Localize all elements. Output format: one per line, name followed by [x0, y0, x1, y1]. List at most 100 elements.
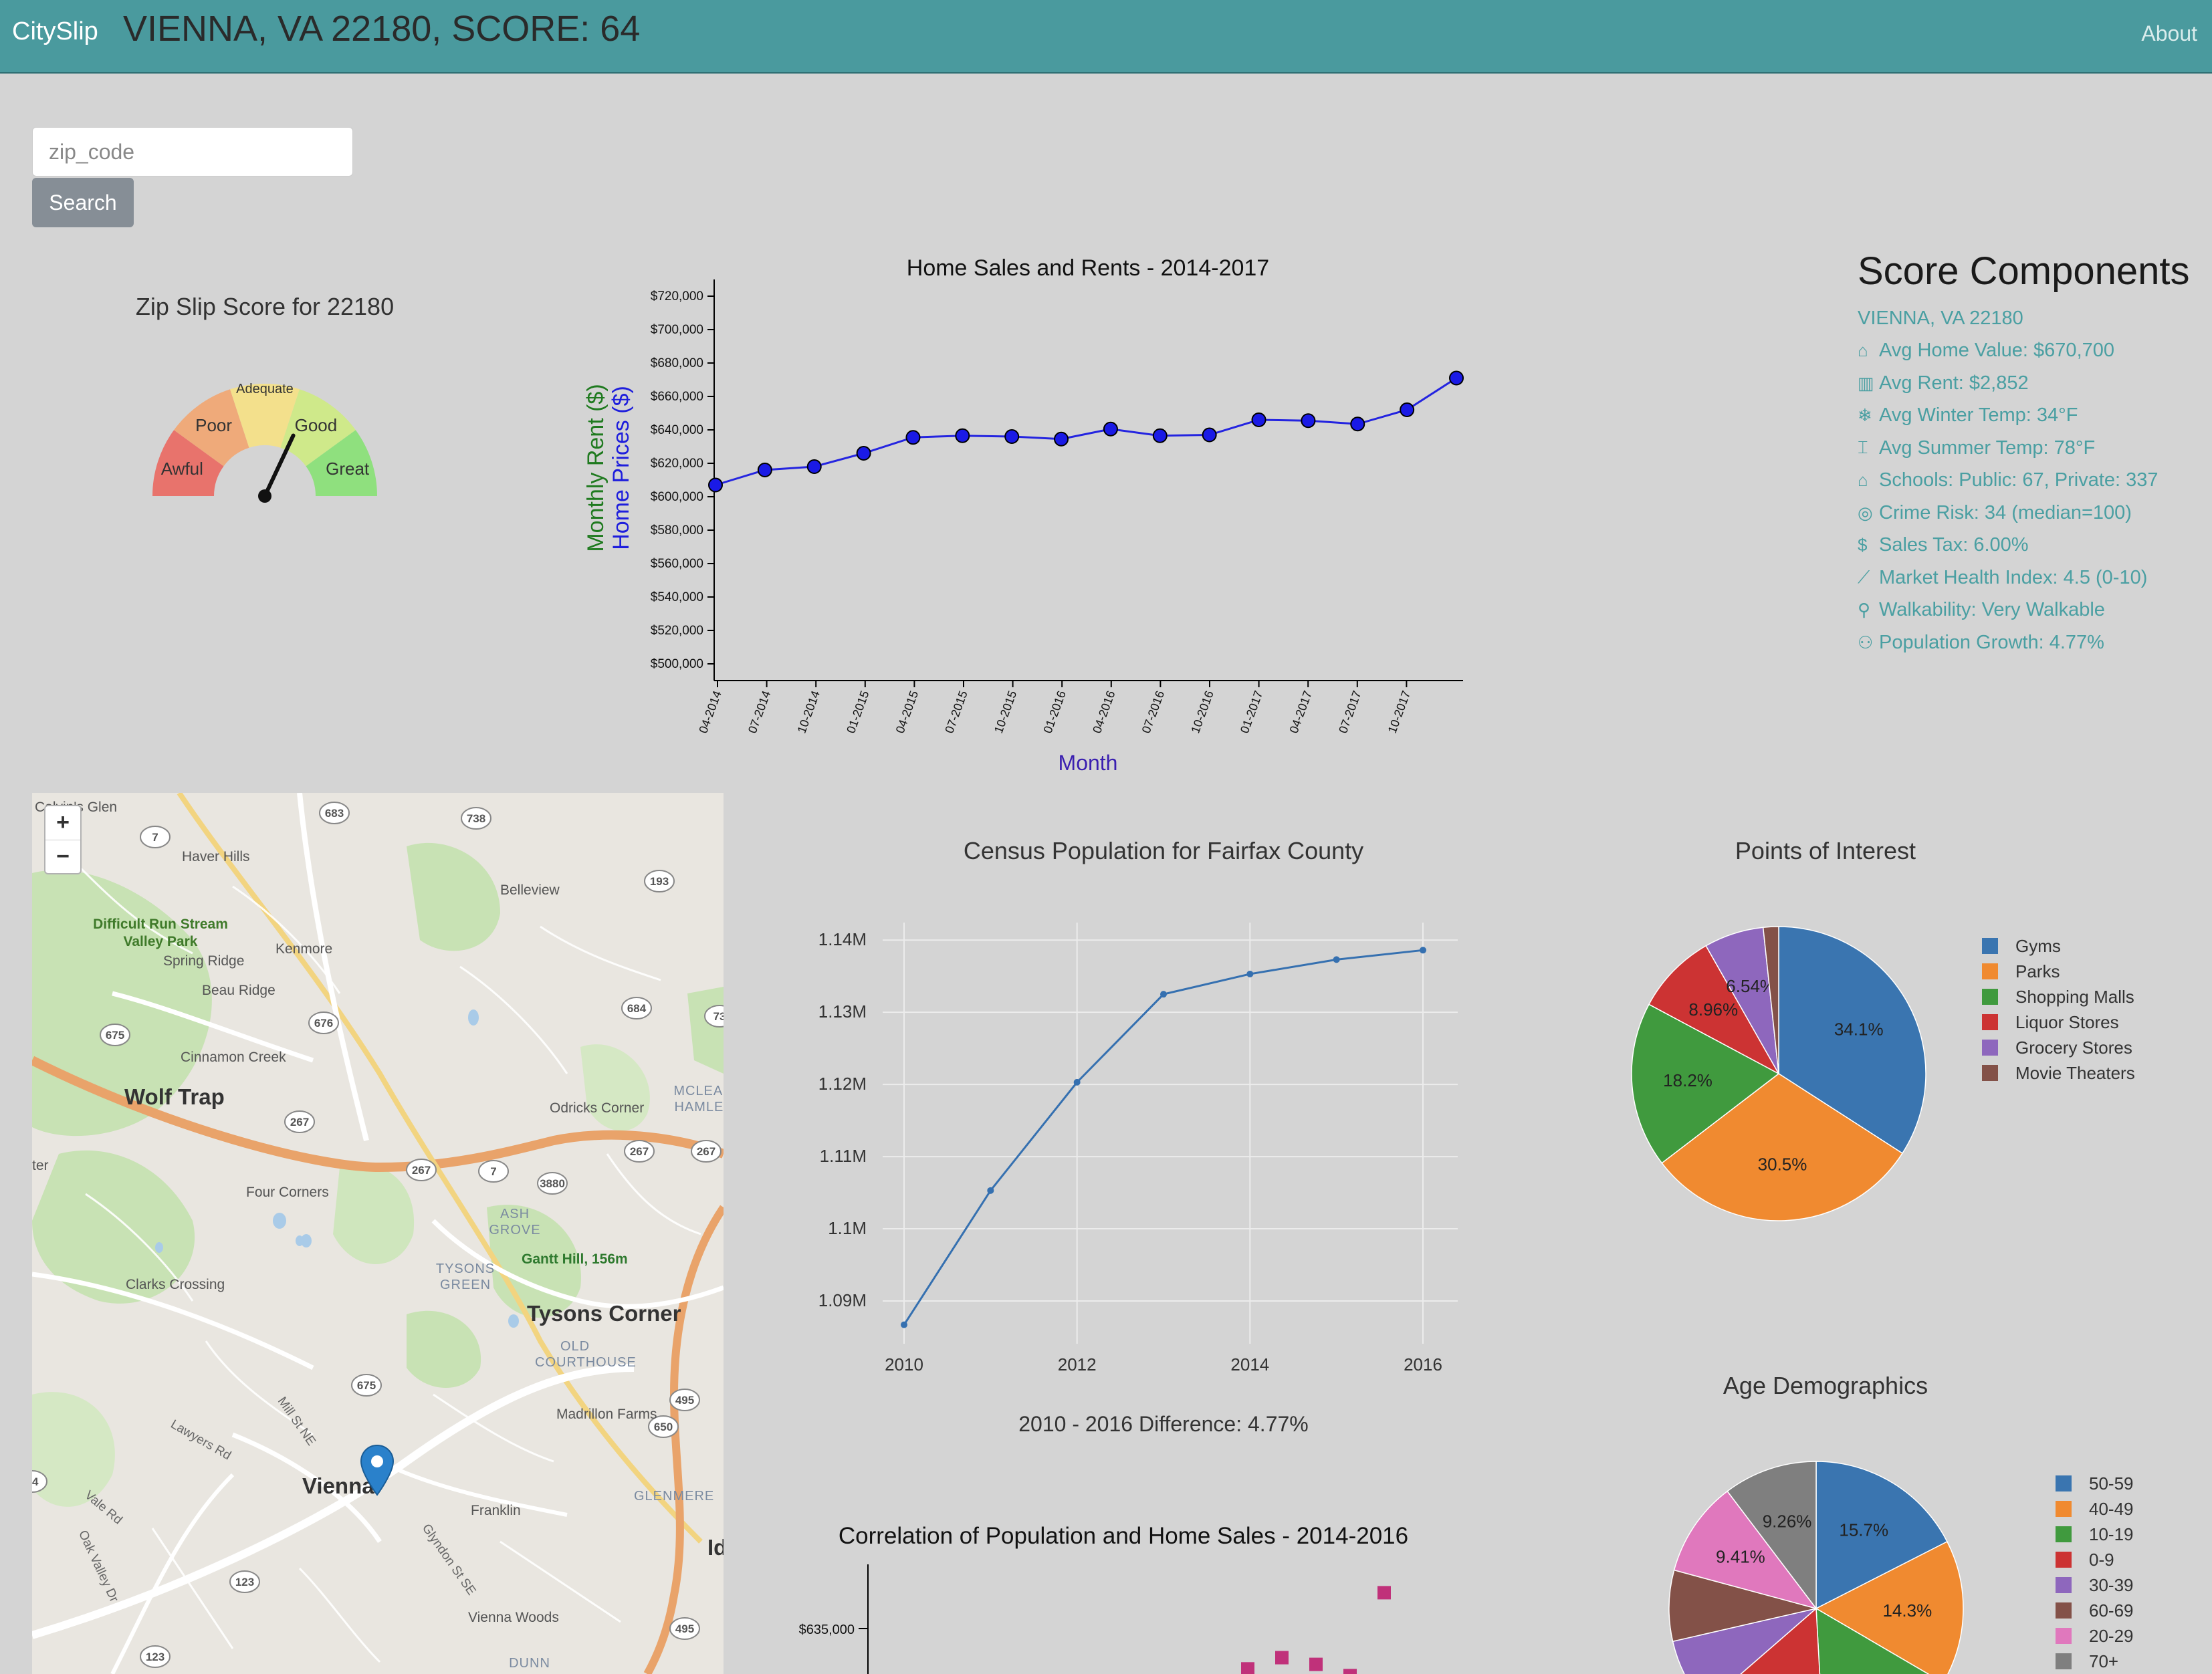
thermometer-icon: ⌶ [1858, 437, 1868, 458]
legend-item: 50-59 [2056, 1471, 2134, 1496]
page-title: VIENNA, VA 22180, SCORE: 64 [123, 9, 641, 49]
zoom-out-button[interactable]: − [45, 840, 80, 874]
correlation-data-point [1377, 1586, 1391, 1600]
home-xtick-label: 04-2016 [1090, 689, 1117, 735]
zip-code-input[interactable] [32, 127, 353, 176]
census-ytick-label: 1.14M [818, 929, 867, 949]
route-shield: 684 [621, 997, 652, 1020]
about-link[interactable]: About [2141, 21, 2197, 46]
home-xtick-label: 07-2015 [942, 689, 970, 735]
home-ytick-label: $580,000 [651, 523, 703, 537]
legend-label: 40-49 [2089, 1498, 2134, 1519]
score-component-text: Avg Rent: $2,852 [1879, 372, 2029, 394]
map-place-label: GLENMERE [634, 1489, 715, 1504]
legend-item: Movie Theaters [1982, 1060, 2135, 1086]
home-data-point [905, 430, 921, 445]
home-xtick-label: 10-2017 [1386, 689, 1413, 735]
route-shield-number: 675 [106, 1029, 124, 1042]
fingerprint-icon: ◎ [1858, 502, 1873, 523]
route-shield-number: 73 [713, 1010, 724, 1023]
route-shield-number: 123 [146, 1651, 164, 1663]
legend-item: 10-19 [2056, 1522, 2134, 1547]
legend-label: Gyms [2015, 935, 2061, 956]
route-shield: 267 [284, 1110, 315, 1133]
census-data-point [987, 1187, 994, 1194]
home-sales-chart: Home Sales and Rents - 2014-2017 $500,00… [583, 255, 1464, 775]
home-xtick-label: 01-2016 [1041, 689, 1069, 735]
home-ytick-label: $620,000 [651, 457, 703, 471]
navbar: CitySlip VIENNA, VA 22180, SCORE: 64 Abo… [0, 0, 2212, 74]
route-shield: 267 [624, 1140, 655, 1163]
legend-label: Movie Theaters [2015, 1062, 2135, 1083]
pie-value-label: 34.1% [1834, 1020, 1884, 1040]
score-component-item: ⟋ Market Health Index: 4.5 (0-10) [1858, 562, 2159, 594]
route-shield-number: 7 [152, 831, 158, 844]
legend-swatch [2056, 1577, 2072, 1593]
map-place-label: OLD COURTHOUSE [535, 1339, 637, 1370]
home-data-point [1350, 416, 1365, 432]
map-place-label: DUNN LORING [502, 1656, 557, 1674]
route-shield-number: 74 [32, 1475, 39, 1488]
zoom-in-button[interactable]: + [45, 806, 80, 840]
pie-value-label: 30.5% [1758, 1154, 1807, 1174]
map-marker-icon[interactable] [360, 1444, 395, 1496]
route-shield-number: 123 [235, 1576, 254, 1588]
route-shield: 123 [140, 1645, 171, 1668]
map[interactable]: 683 738 7 193 684 73 676 675 267 267 267 7 3880 267 67… [32, 793, 724, 1674]
points-of-interest-pie: 34.1%30.5%18.2%8.96%6.54%1.69% [1631, 926, 1926, 1221]
map-place-label: Odricks Corner [550, 1100, 645, 1116]
legend-swatch [2056, 1628, 2072, 1644]
legend-item: 60-69 [2056, 1598, 2134, 1623]
score-component-text: Avg Home Value: $670,700 [1879, 340, 2115, 362]
age-chart-title: Age Demographics [1723, 1372, 1928, 1399]
score-component-text: Crime Risk: 34 (median=100) [1879, 501, 2132, 523]
home-ytick-label: $560,000 [651, 557, 703, 571]
census-ytick-label: 1.1M [828, 1218, 867, 1238]
legend-swatch [1982, 938, 1998, 954]
home-ytick-label: $520,000 [651, 624, 703, 638]
home-xtick-label: 10-2015 [992, 689, 1019, 735]
route-shield-number: 267 [290, 1116, 309, 1128]
age-legend: 50-59 40-49 10-19 0-9 30-39 60-69 20-29 70+ [2056, 1471, 2134, 1674]
route-shield: 267 [406, 1159, 437, 1181]
correlation-chart-title: Correlation of Population and Home Sales… [838, 1523, 1409, 1549]
home-ytick-label: $660,000 [651, 390, 703, 404]
score-component-item: ❄ Avg Winter Temp: 34°F [1858, 400, 2159, 433]
map-place-label: Tysons Corner [527, 1301, 681, 1326]
legend-label: 50-59 [2089, 1473, 2134, 1493]
census-xtick-label: 2012 [1058, 1354, 1097, 1374]
route-shield-number: 495 [675, 1394, 694, 1407]
line-chart-icon: ⟋ [1858, 567, 1870, 588]
home-data-point [708, 477, 723, 493]
route-shield-number: 675 [357, 1379, 376, 1392]
legend-label: 60-69 [2089, 1600, 2134, 1621]
score-component-item: ⚲ Walkability: Very Walkable [1858, 594, 2159, 627]
route-shield: 3880 [537, 1172, 568, 1195]
search-button[interactable]: Search [32, 178, 134, 227]
users-icon: ⚇ [1858, 632, 1874, 652]
home-ytick-label: $500,000 [651, 657, 703, 671]
map-place-label: Cinnamon Creek [181, 1050, 286, 1065]
route-shield: 123 [229, 1570, 260, 1593]
map-zoom-control: + − [44, 805, 82, 874]
legend-item: Grocery Stores [1982, 1035, 2135, 1060]
map-place-label: Haver Hills [182, 849, 250, 864]
map-place-label: Vienna Woods [468, 1610, 559, 1625]
home-data-point [806, 459, 822, 474]
census-data-point [1246, 970, 1254, 977]
home-data-point [1004, 429, 1020, 444]
home-xtick-label: 04-2017 [1287, 689, 1315, 735]
map-place-label: Beau Ridge [202, 983, 275, 998]
score-component-item: ◎ Crime Risk: 34 (median=100) [1858, 497, 2159, 529]
gauge-label: Good [295, 415, 338, 435]
legend-swatch [2056, 1602, 2072, 1619]
gauge-title: Zip Slip Score for 22180 [135, 293, 395, 320]
legend-swatch [1982, 1014, 1998, 1030]
legend-item: 70+ [2056, 1649, 2134, 1674]
walking-icon: ⚲ [1858, 600, 1871, 620]
home-xtick-label: 04-2014 [696, 689, 724, 735]
census-data-point [1420, 947, 1426, 954]
pie-value-label: 15.7% [1839, 1520, 1888, 1540]
brand-link[interactable]: CitySlip [12, 17, 98, 46]
legend-item: Shopping Malls [1982, 984, 2135, 1009]
